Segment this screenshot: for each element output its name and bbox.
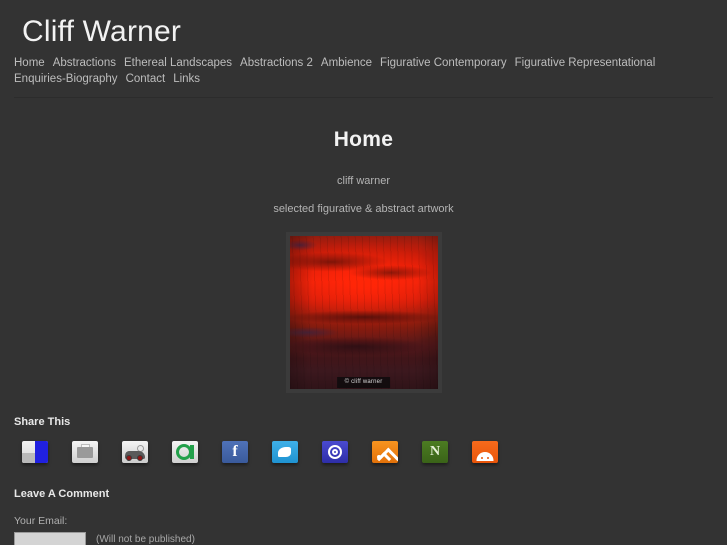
- artwork-image[interactable]: [289, 236, 438, 389]
- nav-list: Home Abstractions Ethereal Landscapes Abstr…: [14, 57, 713, 89]
- nav-divider: [14, 97, 713, 98]
- nav-link-abstractions-2[interactable]: Abstractions 2: [240, 57, 317, 71]
- rss-icon-dot: [377, 455, 381, 459]
- nav-link-ethereal-landscapes[interactable]: Ethereal Landscapes: [124, 57, 236, 71]
- artwork-frame[interactable]: © cliff warner: [285, 232, 442, 393]
- rss-icon[interactable]: [372, 441, 398, 463]
- comment-form-heading: Leave A Comment: [14, 488, 110, 500]
- site-title: Cliff Warner: [22, 15, 182, 48]
- stumbleupon-icon-wheel-right: [137, 455, 143, 461]
- facebook-icon[interactable]: f: [222, 441, 248, 463]
- comment-form-section: Leave A Comment Your Email: (Will not be…: [0, 487, 727, 545]
- nav-link-enquiries-biography[interactable]: Enquiries-Biography: [14, 73, 122, 87]
- page-root: Cliff Warner Home Abstractions Ethereal La…: [0, 0, 727, 545]
- email-field-note: (Will not be published): [96, 534, 195, 545]
- technorati-icon[interactable]: [172, 441, 198, 463]
- artwork-container: © cliff warner: [0, 232, 727, 393]
- twitter-icon[interactable]: [272, 441, 298, 463]
- tagline-primary: cliff warner: [337, 175, 390, 187]
- share-section: Share This f N: [0, 415, 727, 463]
- tagline-secondary: selected figurative & abstract artwork: [273, 203, 454, 215]
- nav-link-ambience[interactable]: Ambience: [321, 57, 376, 71]
- mail-icon-at-center: [332, 449, 338, 455]
- nav-link-abstractions[interactable]: Abstractions: [53, 57, 120, 71]
- print-icon-body: [77, 447, 93, 458]
- nav-link-links[interactable]: Links: [173, 73, 204, 87]
- stumbleupon-icon[interactable]: [122, 441, 148, 463]
- stumbleupon-icon-wheel-left: [126, 455, 132, 461]
- site-header: Cliff Warner: [0, 0, 727, 58]
- email-field-row: Your Email: (Will not be published): [14, 515, 713, 545]
- nav-link-home[interactable]: Home: [14, 57, 49, 71]
- delicious-icon-square-blue: [35, 441, 48, 463]
- share-heading: Share This: [14, 416, 71, 428]
- newsvine-icon-glyph: N: [429, 444, 441, 459]
- share-icon-row: f N: [14, 441, 713, 463]
- email-field-line: (Will not be published): [14, 532, 713, 545]
- email-field-label: Your Email:: [14, 515, 68, 527]
- main-navigation: Home Abstractions Ethereal Landscapes Abstr…: [0, 57, 727, 98]
- nav-link-figurative-representational[interactable]: Figurative Representational: [515, 57, 660, 71]
- print-icon[interactable]: [72, 441, 98, 463]
- page-title: Home: [333, 128, 394, 151]
- nav-link-figurative-contemporary[interactable]: Figurative Contemporary: [380, 57, 511, 71]
- newsvine-icon[interactable]: N: [422, 441, 448, 463]
- reddit-icon-head: [476, 452, 494, 461]
- reddit-icon-eye-right: [487, 457, 489, 459]
- reddit-icon-eye-left: [481, 457, 483, 459]
- delicious-icon-square-gray: [22, 453, 35, 463]
- email-input[interactable]: [14, 532, 86, 545]
- facebook-icon-glyph: f: [232, 443, 238, 460]
- mail-icon[interactable]: [322, 441, 348, 463]
- artwork-credit: © cliff warner: [336, 377, 391, 388]
- nav-link-contact[interactable]: Contact: [126, 73, 170, 87]
- main-content: Home cliff warner selected figurative & …: [0, 99, 727, 545]
- technorati-icon-bar: [190, 445, 194, 459]
- delicious-icon[interactable]: [22, 441, 48, 463]
- twitter-icon-bird: [278, 447, 291, 457]
- reddit-icon[interactable]: [472, 441, 498, 463]
